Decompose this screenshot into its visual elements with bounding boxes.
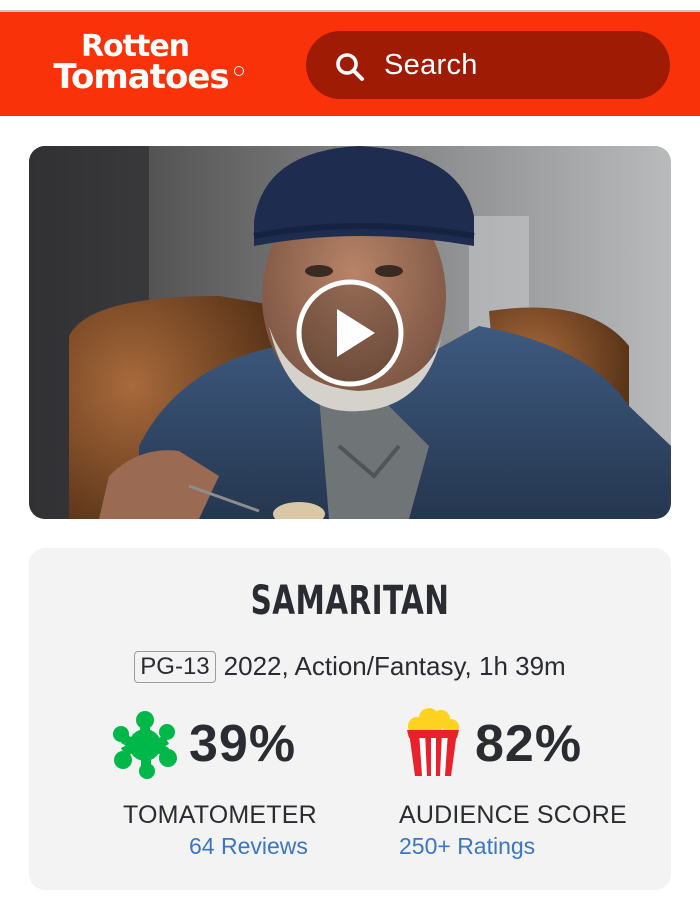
audience-score-label: AUDIENCE SCORE — [399, 801, 627, 829]
logo-text-line2: Tomatoes — [53, 57, 229, 97]
ratings-link[interactable]: 250+ Ratings — [399, 833, 535, 860]
popcorn-icon — [407, 708, 459, 776]
movie-details: 2022, Action/Fantasy, 1h 39m — [223, 651, 566, 681]
mpaa-rating-badge: PG-13 — [134, 651, 216, 683]
search-input[interactable]: Search — [384, 31, 478, 99]
site-header: Rotten Tomatoes Search — [0, 12, 700, 116]
rotten-tomatoes-logo[interactable]: Rotten Tomatoes — [36, 30, 246, 100]
movie-title: SAMARITAN — [250, 578, 450, 624]
green-splat-icon — [113, 711, 177, 779]
play-icon[interactable] — [294, 277, 406, 389]
tomatometer-label: TOMATOMETER — [123, 801, 317, 829]
reviews-link[interactable]: 64 Reviews — [189, 833, 308, 860]
search-icon — [336, 53, 364, 81]
trailer-video[interactable] — [29, 146, 671, 519]
tomatometer-score: 39% — [189, 715, 297, 773]
registered-mark-icon — [234, 66, 244, 76]
movie-meta: PG-13 2022, Action/Fantasy, 1h 39m — [29, 651, 671, 683]
audience-score: 82% — [475, 715, 583, 773]
search-bar[interactable]: Search — [306, 31, 670, 99]
movie-info-card: SAMARITAN PG-13 2022, Action/Fantasy, 1h … — [29, 548, 671, 890]
top-bar — [0, 0, 700, 12]
